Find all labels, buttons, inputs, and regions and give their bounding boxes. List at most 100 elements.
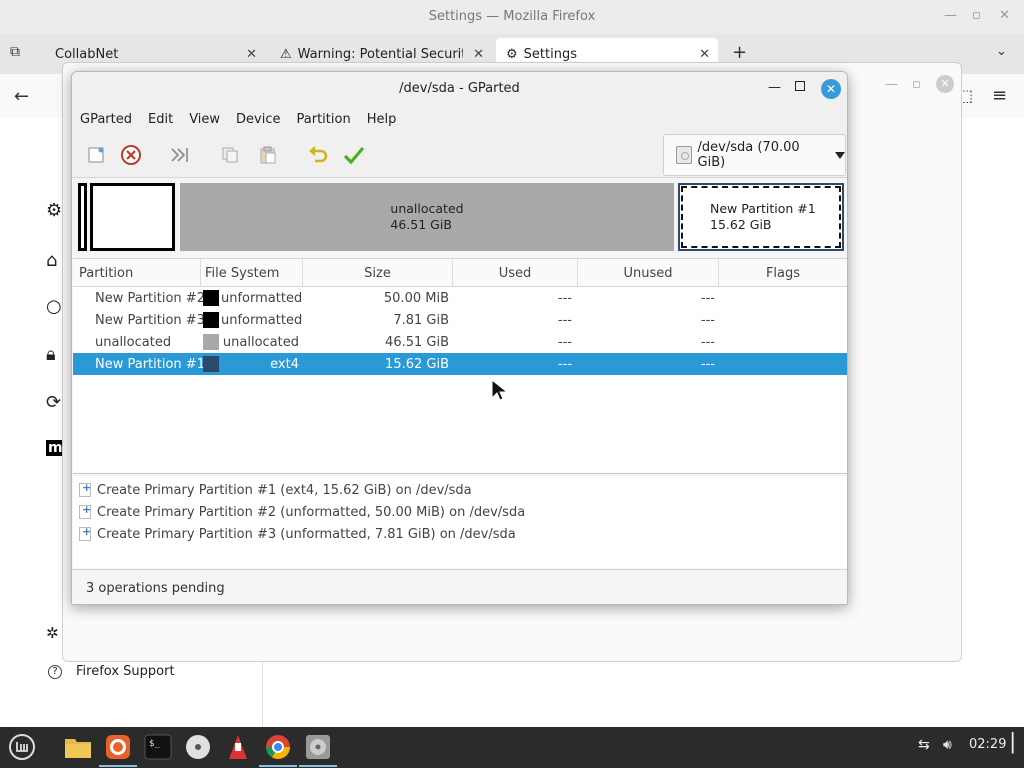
undo-icon[interactable]	[306, 144, 330, 166]
network-icon[interactable]: ⇆	[918, 737, 930, 753]
diskmap-unallocated-size: 46.51 GiB	[390, 217, 452, 232]
firefox-support-link[interactable]: ? Firefox Support	[48, 664, 175, 679]
tab-label: Warning: Potential Security	[297, 46, 463, 62]
tab-close-icon[interactable]: ✕	[699, 47, 710, 62]
gparted-title: /dev/sda - GParted	[399, 81, 520, 96]
cell-partition: New Partition #3	[95, 312, 205, 328]
table-row[interactable]: New Partition #2 unformatted 50.00 MiB -…	[73, 287, 847, 309]
cell-file-system: unformatted	[221, 290, 303, 306]
gparted-menubar: GParted Edit View Device Partition Help	[72, 106, 847, 132]
cell-file-system: ext4	[270, 356, 299, 372]
chrome-icon[interactable]	[259, 731, 297, 767]
maximize-icon[interactable]	[795, 81, 805, 91]
cell-used: ---	[557, 290, 572, 306]
table-row[interactable]: New Partition #3 unformatted 7.81 GiB --…	[73, 309, 847, 331]
clock[interactable]: 02:29	[969, 737, 1006, 752]
disc-icon[interactable]	[182, 731, 214, 763]
cell-size: 15.62 GiB	[385, 356, 449, 372]
gparted-toolbar: /dev/sda (70.00 GiB)	[72, 132, 847, 178]
taskbar: $_ ⇆ 🔊︎ 02:29 ▏	[0, 727, 1024, 768]
cell-used: ---	[557, 356, 572, 372]
table-row[interactable]: unallocated unallocated 46.51 GiB --- --…	[73, 331, 847, 353]
column-partition[interactable]: Partition	[73, 259, 201, 287]
column-unused[interactable]: Unused	[578, 259, 719, 287]
operation-item[interactable]: Create Primary Partition #3 (unformatted…	[73, 523, 847, 545]
cell-unused: ---	[700, 356, 715, 372]
minimize-icon[interactable]: —	[885, 77, 898, 92]
tab-close-icon[interactable]: ✕	[246, 47, 257, 62]
mint-menu-icon[interactable]	[6, 731, 38, 763]
minimize-icon[interactable]: —	[768, 80, 781, 95]
minimize-icon[interactable]: —	[944, 8, 957, 23]
maximize-icon[interactable]: ▫	[972, 8, 981, 23]
close-icon[interactable]: ✕	[936, 75, 954, 93]
search-icon[interactable]: ○	[46, 296, 62, 317]
column-flags[interactable]: Flags	[719, 259, 847, 287]
tab-list-icon[interactable]: ⧉	[10, 44, 20, 60]
installer-icon[interactable]	[222, 731, 254, 763]
operation-item[interactable]: Create Primary Partition #2 (unformatted…	[73, 501, 847, 523]
sync-icon[interactable]: ⟳	[46, 392, 61, 413]
menu-icon[interactable]: ≡	[992, 85, 1007, 106]
copy-icon[interactable]	[218, 144, 242, 166]
apply-icon[interactable]	[342, 144, 366, 166]
operation-item[interactable]: Create Primary Partition #1 (ext4, 15.62…	[73, 479, 847, 501]
resize-move-icon[interactable]	[168, 144, 192, 166]
close-icon[interactable]: ✕	[999, 8, 1010, 23]
menu-gparted[interactable]: GParted	[80, 112, 132, 127]
tab-label: Settings	[523, 46, 577, 62]
gparted-titlebar: /dev/sda - GParted — ✕	[72, 72, 847, 106]
diskmap-unallocated-name: unallocated	[390, 201, 464, 216]
gparted-icon[interactable]	[299, 731, 337, 767]
table-row[interactable]: New Partition #1 ext4 15.62 GiB --- ---	[73, 353, 847, 375]
device-selector[interactable]: /dev/sda (70.00 GiB)	[663, 134, 846, 176]
volume-icon[interactable]: 🔊︎	[943, 737, 952, 753]
back-icon[interactable]: ←	[14, 86, 29, 107]
close-icon[interactable]: ✕	[821, 79, 841, 99]
chevron-down-icon[interactable]: ⌄	[996, 44, 1007, 59]
partition-table: Partition File System Size Used Unused F…	[73, 258, 847, 474]
menu-device[interactable]: Device	[236, 112, 280, 127]
menu-help[interactable]: Help	[367, 112, 397, 127]
menu-view[interactable]: View	[189, 112, 220, 127]
new-partition-icon[interactable]	[84, 144, 108, 166]
create-partition-icon	[79, 525, 91, 541]
general-gear-icon[interactable]: ⚙	[46, 200, 62, 221]
diskmap-partition-2[interactable]	[78, 183, 87, 251]
column-size[interactable]: Size	[303, 259, 453, 287]
diskmap-partition-3[interactable]	[90, 183, 175, 251]
diskmap-partition-1-size: 15.62 GiB	[710, 217, 772, 232]
maximize-icon[interactable]: ▫	[912, 77, 921, 92]
firefox-icon[interactable]	[99, 731, 137, 767]
create-partition-icon	[79, 503, 91, 519]
cell-size: 46.51 GiB	[385, 334, 449, 350]
fs-color-swatch	[203, 290, 219, 306]
diskmap-partition-1-name: New Partition #1	[710, 201, 816, 216]
support-label: Firefox Support	[76, 664, 175, 679]
fs-color-swatch	[203, 334, 219, 350]
column-used[interactable]: Used	[453, 259, 578, 287]
lock-icon[interactable]: 🔒︎	[46, 344, 56, 365]
operation-label: Create Primary Partition #1 (ext4, 15.62…	[97, 482, 472, 498]
cell-used: ---	[557, 334, 572, 350]
pending-operations-list: Create Primary Partition #1 (ext4, 15.62…	[73, 476, 847, 568]
menu-partition[interactable]: Partition	[297, 112, 351, 127]
paste-icon[interactable]	[256, 144, 280, 166]
terminal-icon[interactable]: $_	[142, 731, 174, 763]
home-icon[interactable]: ⌂	[46, 250, 57, 271]
menu-edit[interactable]: Edit	[148, 112, 173, 127]
show-desktop-icon[interactable]: ▏	[1012, 733, 1024, 754]
column-file-system[interactable]: File System	[201, 259, 303, 287]
diskmap-partition-1[interactable]: New Partition #1 15.62 GiB	[678, 183, 844, 251]
tab-label: CollabNet	[55, 46, 119, 62]
files-icon[interactable]	[62, 731, 94, 763]
delete-icon[interactable]	[119, 144, 143, 166]
tab-close-icon[interactable]: ✕	[473, 47, 484, 62]
cell-partition: New Partition #1	[95, 356, 205, 372]
addons-icon[interactable]: ✲	[46, 624, 59, 642]
fs-color-swatch	[203, 312, 219, 328]
device-selector-label: /dev/sda (70.00 GiB)	[697, 140, 800, 170]
diskmap-unallocated[interactable]: unallocated 46.51 GiB	[180, 183, 674, 251]
new-tab-icon[interactable]: +	[732, 42, 747, 63]
svg-text:$_: $_	[149, 739, 160, 749]
